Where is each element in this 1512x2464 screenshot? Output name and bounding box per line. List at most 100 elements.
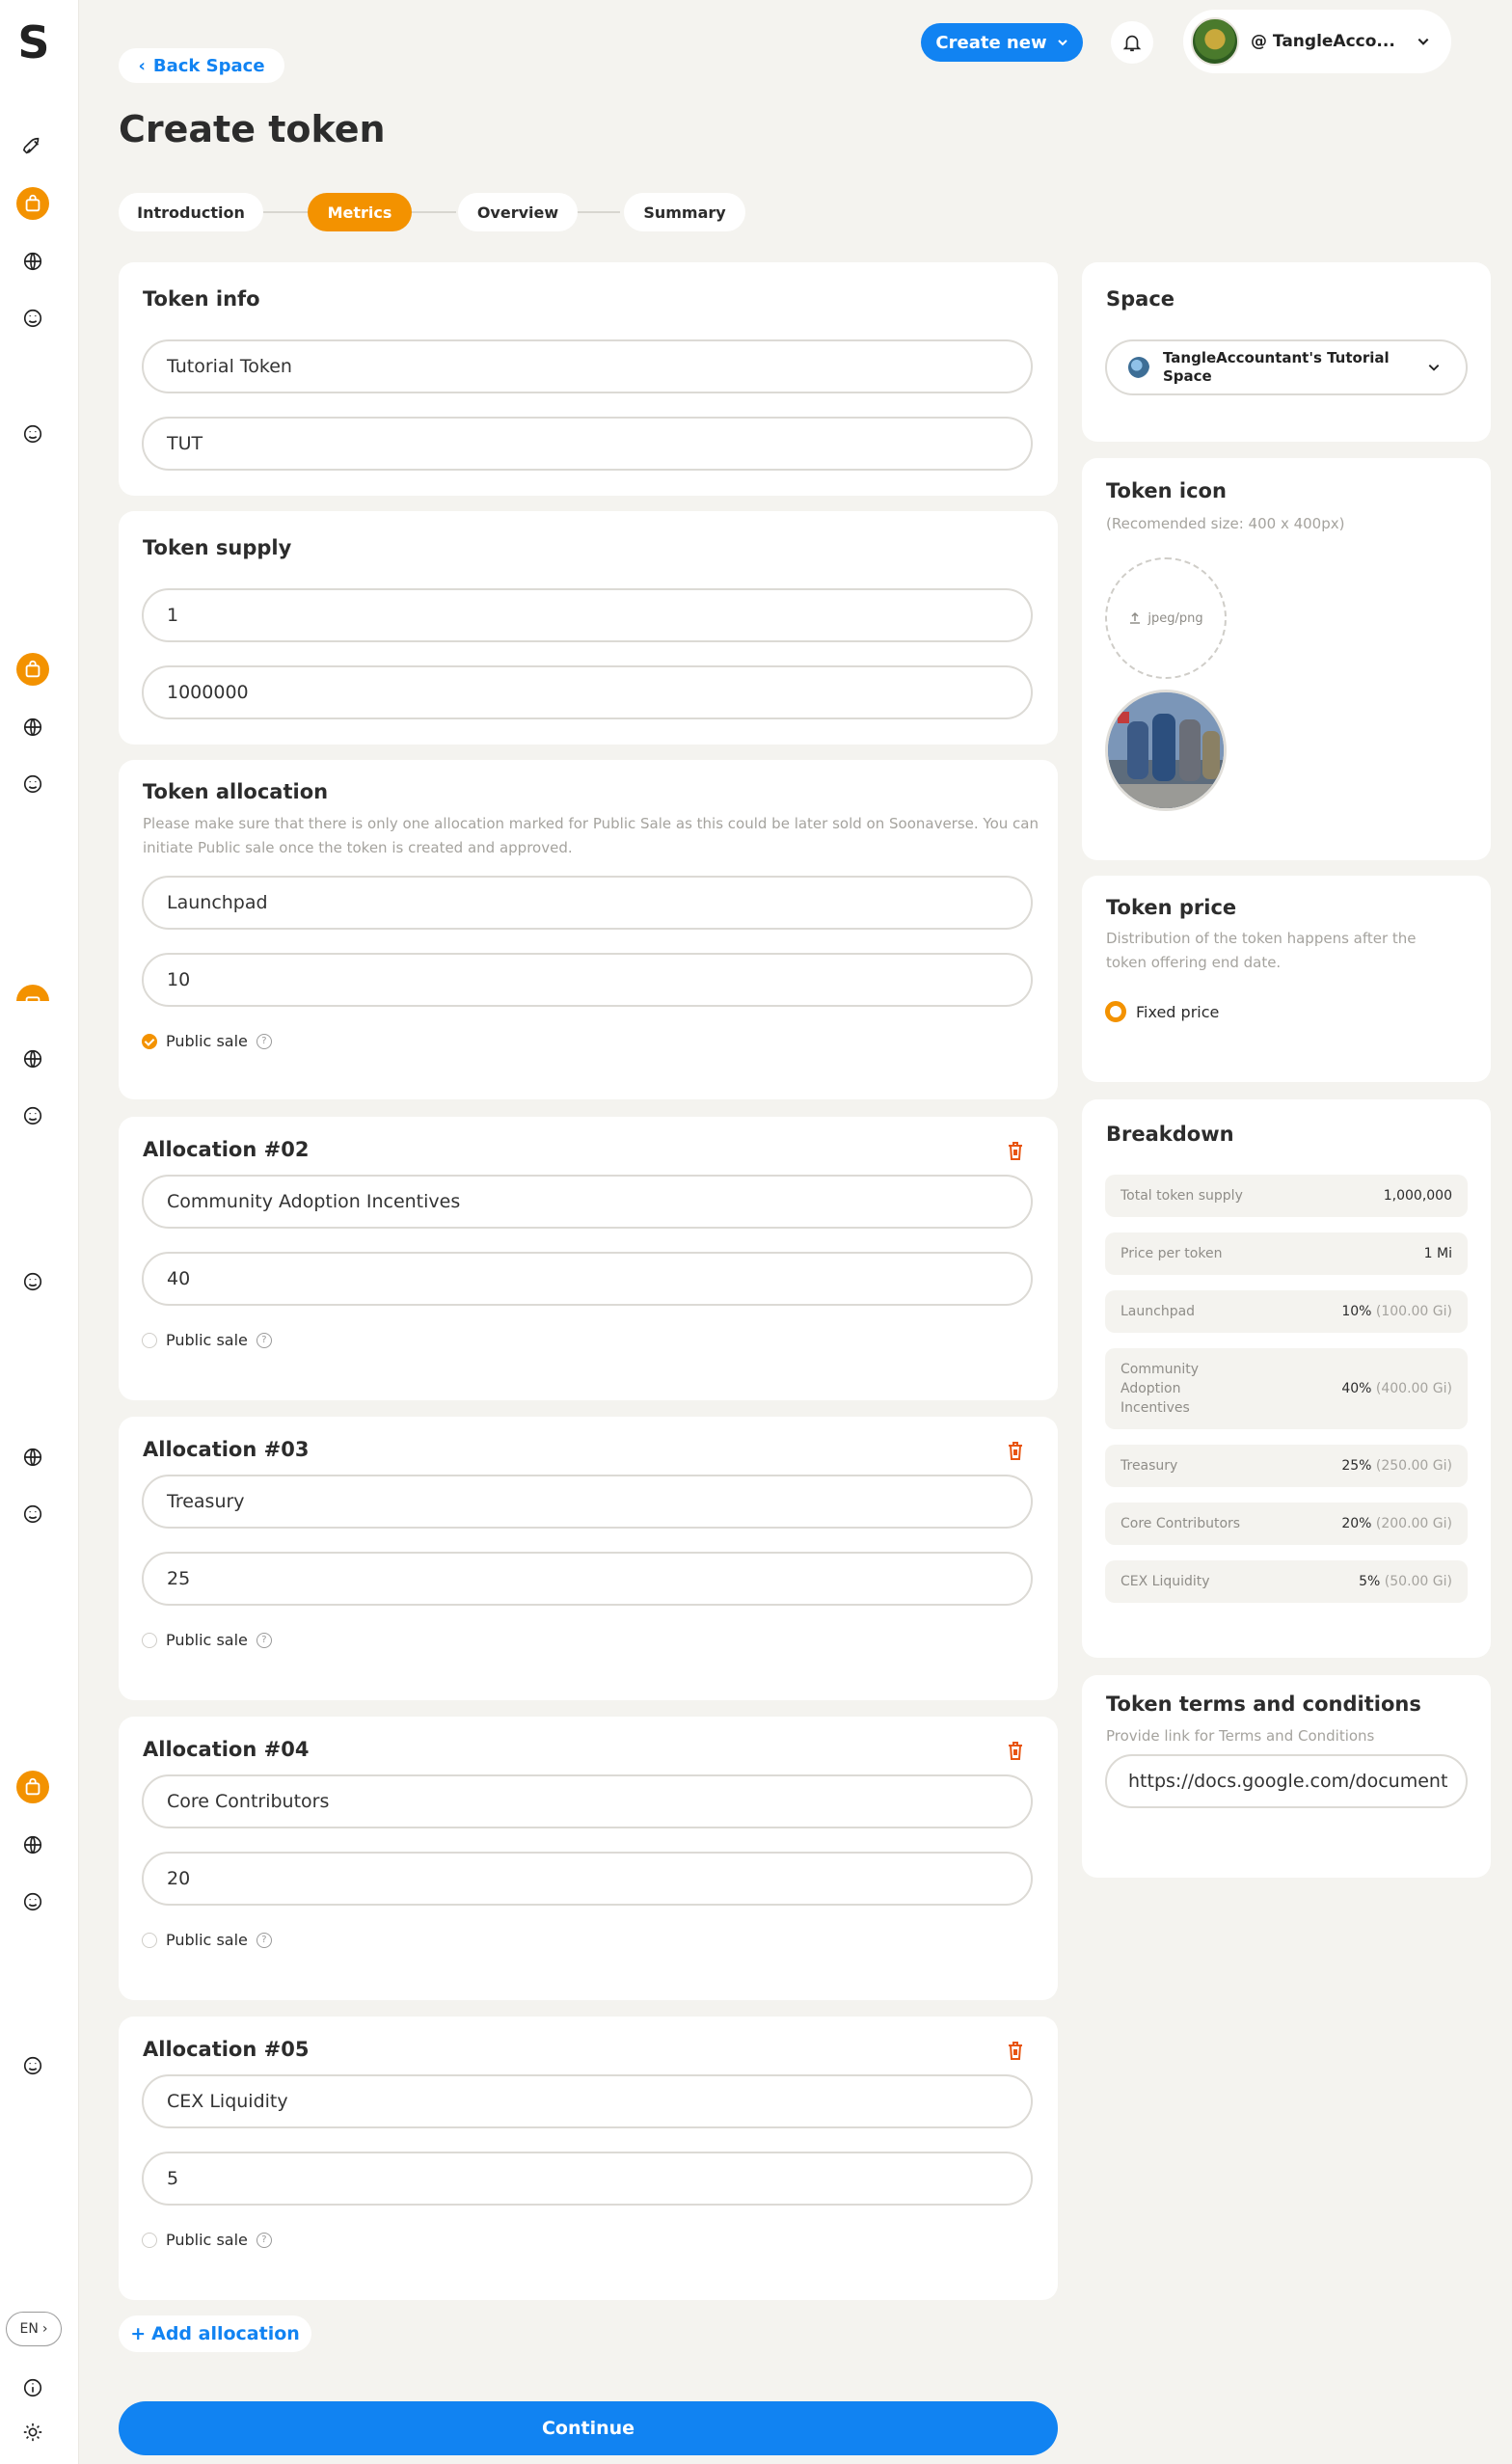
globe-icon[interactable]	[16, 1828, 49, 1861]
bag-icon[interactable]	[16, 653, 49, 686]
tab-introduction[interactable]: Introduction	[119, 193, 263, 231]
upload-area[interactable]: jpeg/png	[1105, 557, 1227, 679]
notifications-button[interactable]	[1111, 21, 1153, 64]
globe-icon[interactable]	[16, 1441, 49, 1474]
breakdown-row: Price per token 1 Mi	[1105, 1232, 1468, 1275]
smiley-icon[interactable]	[16, 1885, 49, 1918]
allocation-card: Allocation #03 Treasury 25 Public sale ?	[119, 1417, 1058, 1700]
public-sale-option[interactable]: Public sale ?	[142, 1032, 272, 1050]
create-new-label: Create new	[935, 32, 1047, 53]
breakdown-value: 20% (200.00 Gi)	[1341, 1516, 1452, 1531]
tab-overview[interactable]: Overview	[458, 193, 578, 231]
smiley-icon[interactable]	[16, 1265, 49, 1298]
public-sale-label: Public sale	[166, 1331, 248, 1349]
tab-metrics[interactable]: Metrics	[308, 193, 412, 231]
token-icon-image	[1105, 690, 1227, 811]
token-price-input[interactable]: 1	[142, 588, 1033, 642]
rocket-icon[interactable]	[16, 130, 49, 163]
breakdown-label: Core Contributors	[1120, 1516, 1241, 1531]
allocation-name-input[interactable]: Core Contributors	[142, 1774, 1033, 1828]
info-icon[interactable]	[16, 2371, 49, 2404]
fixed-price-radio[interactable]	[1105, 1001, 1126, 1022]
language-selector[interactable]: EN ›	[6, 2312, 62, 2346]
allocation-percentage-input[interactable]: 40	[142, 1252, 1033, 1306]
space-select[interactable]: TangleAccountant's Tutorial Space	[1105, 339, 1468, 395]
allocation-title: Allocation #04	[143, 1738, 310, 1761]
token-supply-card: Token supply 1 1000000	[119, 511, 1058, 745]
allocation-name-input[interactable]: Community Adoption Incentives	[142, 1175, 1033, 1229]
allocation-percentage-input[interactable]: 10	[142, 953, 1033, 1007]
add-allocation-button[interactable]: + Add allocation	[119, 2315, 311, 2352]
smiley-icon[interactable]	[16, 1498, 49, 1530]
card-title: Space	[1106, 287, 1175, 311]
step-connector	[408, 211, 456, 213]
token-supply-input[interactable]: 1000000	[142, 665, 1033, 719]
public-sale-option[interactable]: Public sale ?	[142, 1331, 272, 1349]
space-card: Space TangleAccountant's Tutorial Space	[1082, 262, 1491, 442]
create-new-button[interactable]: Create new	[921, 23, 1083, 62]
token-icon-hint: (Recomended size: 400 x 400px)	[1106, 515, 1345, 532]
breakdown-row: Total token supply 1,000,000	[1105, 1175, 1468, 1217]
bag-icon[interactable]	[16, 1771, 49, 1803]
token-symbol-input[interactable]: TUT	[142, 417, 1033, 471]
back-space-button[interactable]: ‹ Back Space	[119, 48, 284, 83]
card-title: Breakdown	[1106, 1123, 1234, 1146]
help-icon[interactable]: ?	[256, 1932, 272, 1948]
breakdown-label: CEX Liquidity	[1120, 1574, 1210, 1589]
soonaverse-logo[interactable]: S	[15, 20, 52, 65]
user-menu[interactable]: @ TangleAcco...	[1183, 10, 1451, 73]
smiley-icon[interactable]	[16, 2049, 49, 2082]
breakdown-label: Price per token	[1120, 1246, 1223, 1261]
token-name-input[interactable]: Tutorial Token	[142, 339, 1033, 393]
trash-icon[interactable]	[1006, 1740, 1025, 1761]
trash-icon[interactable]	[1006, 2040, 1025, 2061]
allocation-title: Allocation #02	[143, 1138, 310, 1161]
continue-button[interactable]: Continue	[119, 2401, 1058, 2455]
public-sale-radio[interactable]	[142, 1932, 157, 1948]
sun-icon[interactable]	[16, 2416, 49, 2449]
trash-icon[interactable]	[1006, 1440, 1025, 1461]
public-sale-option[interactable]: Public sale ?	[142, 1631, 272, 1649]
smiley-icon[interactable]	[16, 768, 49, 800]
help-icon[interactable]: ?	[256, 1033, 272, 1049]
bag-icon[interactable]	[16, 187, 49, 220]
public-sale-label: Public sale	[166, 1631, 248, 1649]
bag-icon[interactable]	[16, 985, 49, 1001]
step-connector	[572, 211, 620, 213]
public-sale-radio[interactable]	[142, 1033, 157, 1049]
help-icon[interactable]: ?	[256, 1632, 272, 1648]
breakdown-card: Breakdown Total token supply 1,000,000 P…	[1082, 1099, 1491, 1658]
breakdown-value: 10% (100.00 Gi)	[1341, 1304, 1452, 1319]
chevron-down-icon	[1428, 365, 1440, 371]
allocation-percentage-input[interactable]: 20	[142, 1852, 1033, 1906]
public-sale-option[interactable]: Public sale ?	[142, 1931, 272, 1949]
allocation-name-input[interactable]: CEX Liquidity	[142, 2074, 1033, 2128]
allocation-percentage-input[interactable]: 5	[142, 2152, 1033, 2206]
public-sale-radio[interactable]	[142, 2232, 157, 2248]
allocation-name-input[interactable]: Launchpad	[142, 876, 1033, 930]
smiley-icon[interactable]	[16, 302, 49, 335]
public-sale-option[interactable]: Public sale ?	[142, 2231, 272, 2249]
help-icon[interactable]: ?	[256, 2232, 272, 2248]
terms-card: Token terms and conditions Provide link …	[1082, 1675, 1491, 1878]
breakdown-value: 25% (250.00 Gi)	[1341, 1458, 1452, 1474]
breakdown-label: Community Adoption Incentives	[1120, 1362, 1200, 1416]
chevron-down-icon	[1418, 38, 1429, 45]
tab-summary[interactable]: Summary	[624, 193, 745, 231]
globe-icon[interactable]	[16, 245, 49, 278]
smiley-icon[interactable]	[16, 1099, 49, 1132]
allocation-name-input[interactable]: Treasury	[142, 1475, 1033, 1529]
smiley-icon[interactable]	[16, 418, 49, 450]
chevron-right-icon: ›	[41, 2321, 48, 2337]
card-title: Token supply	[143, 536, 292, 559]
globe-icon[interactable]	[16, 1042, 49, 1075]
globe-icon[interactable]	[16, 711, 49, 744]
trash-icon[interactable]	[1006, 1140, 1025, 1161]
allocation-percentage-input[interactable]: 25	[142, 1552, 1033, 1606]
plus-icon: +	[130, 2323, 147, 2344]
help-icon[interactable]: ?	[256, 1332, 272, 1348]
public-sale-radio[interactable]	[142, 1632, 157, 1648]
public-sale-radio[interactable]	[142, 1332, 157, 1348]
fixed-price-option[interactable]: Fixed price	[1105, 1001, 1219, 1022]
terms-link-input[interactable]: https://docs.google.com/document	[1105, 1754, 1468, 1808]
